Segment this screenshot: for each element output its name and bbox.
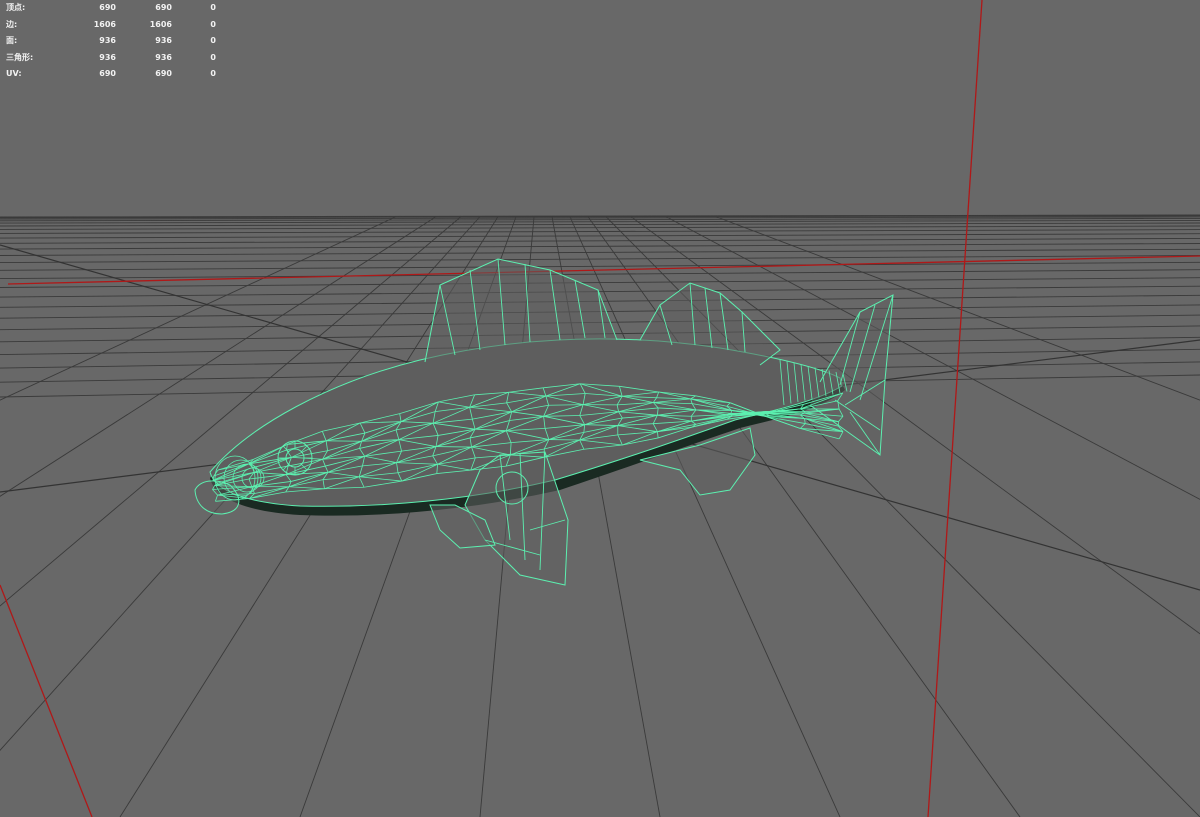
hud-value: 690 — [99, 3, 116, 12]
hud-label: 顶点: — [6, 3, 26, 12]
hud-value: 936 — [155, 52, 172, 62]
mesh-edge — [804, 418, 806, 424]
poly-count-hud: 顶点: 690 690 0 边: 1606 1606 0 面: 936 936 … — [6, 0, 226, 83]
hud-row-faces: 面: 936 936 0 — [6, 33, 226, 50]
hud-value: 0 — [210, 52, 216, 62]
hud-value: 936 — [99, 52, 116, 62]
hud-value: 690 — [155, 69, 172, 79]
hud-row-vertices: 顶点: 690 690 0 — [6, 0, 226, 17]
hud-row-triangles: 三角形: 936 936 0 — [6, 50, 226, 67]
hud-value: 690 — [155, 3, 172, 12]
red-axis-vertical — [927, 0, 983, 817]
red-axis-horizontal — [7, 255, 1200, 285]
hud-value: 936 — [155, 36, 172, 46]
hud-value: 936 — [99, 36, 116, 46]
mesh-edge — [838, 431, 844, 440]
hud-label: 面: — [6, 36, 18, 46]
hud-value: 0 — [210, 69, 216, 79]
mesh-edge — [800, 423, 806, 429]
hud-value: 0 — [210, 36, 216, 46]
hud-row-edges: 边: 1606 1606 0 — [6, 17, 226, 34]
hud-row-uvs: UV: 690 690 0 — [6, 66, 226, 83]
hud-label: UV: — [6, 69, 22, 79]
hud-value: 690 — [99, 69, 116, 79]
fish-mesh[interactable] — [194, 258, 894, 586]
hud-label: 边: — [6, 19, 18, 29]
hud-label: 三角形: — [6, 52, 34, 62]
3d-viewport[interactable]: 顶点: 690 690 0 边: 1606 1606 0 面: 936 936 … — [0, 0, 1200, 817]
hud-value: 1606 — [93, 19, 116, 29]
hud-value: 0 — [210, 3, 216, 12]
viewport-scene[interactable] — [0, 0, 1200, 817]
hud-value: 0 — [210, 19, 216, 29]
hud-value: 1606 — [149, 19, 172, 29]
red-axis-left-diagonal — [0, 584, 93, 817]
